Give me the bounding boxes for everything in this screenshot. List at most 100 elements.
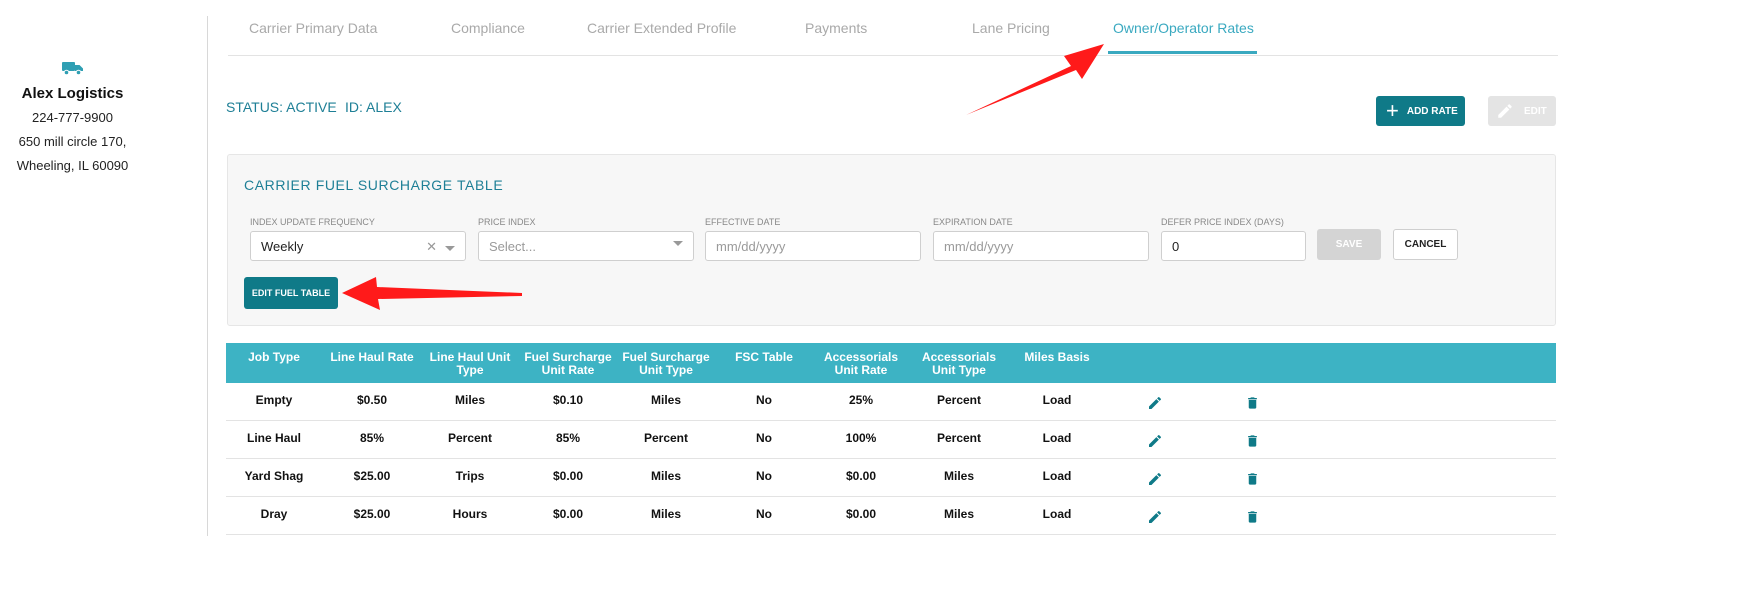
trash-icon[interactable] [1245, 395, 1260, 411]
column-header-line-haul-unit-type: Line Haul Unit Type [429, 350, 511, 377]
cell-job-type: Dray [260, 507, 288, 521]
defer-days-label: DEFER PRICE INDEX (DAYS) [1161, 217, 1284, 227]
expiration-date-input[interactable]: mm/dd/yyyy [933, 231, 1149, 261]
cell-fsc-unit-rate: $0.00 [552, 507, 584, 521]
trash-icon[interactable] [1245, 433, 1260, 449]
price-index-select[interactable]: Select... [478, 231, 694, 261]
cancel-button[interactable]: CANCEL [1393, 229, 1458, 260]
cell-line-haul-unit-type: Percent [447, 431, 493, 445]
cell-job-type: Yard Shag [244, 469, 304, 483]
pencil-icon[interactable] [1147, 433, 1163, 449]
column-header-fsc-unit-rate: Fuel Surcharge Unit Rate [524, 350, 612, 377]
frequency-label: INDEX UPDATE FREQUENCY [250, 217, 375, 227]
pencil-icon[interactable] [1147, 471, 1163, 487]
cell-line-haul-rate: $25.00 [353, 469, 391, 483]
cell-line-haul-rate: $25.00 [353, 507, 391, 521]
cell-fsc-unit-type: Miles [650, 393, 681, 407]
trash-icon[interactable] [1245, 509, 1260, 525]
cell-fsc-table: No [756, 469, 772, 483]
table-row: Dray $25.00 Hours $0.00 Miles No $0.00 M… [226, 497, 1556, 535]
cell-fsc-table: No [756, 507, 772, 521]
tab-lane-pricing[interactable]: Lane Pricing [972, 20, 1050, 36]
column-header-line-haul-rate: Line Haul Rate [330, 350, 414, 364]
tab-compliance[interactable]: Compliance [451, 20, 525, 36]
cell-accessorials-unit-type: Percent [936, 431, 982, 445]
pencil-icon [1498, 104, 1512, 118]
column-header-miles-basis: Miles Basis [1024, 350, 1090, 364]
cell-accessorials-unit-rate: $0.00 [845, 469, 877, 483]
cell-line-haul-unit-type: Miles [454, 393, 485, 407]
frequency-value: Weekly [261, 238, 304, 254]
effective-date-placeholder: mm/dd/yyyy [716, 238, 786, 254]
save-button[interactable]: SAVE [1317, 229, 1381, 260]
cell-fsc-table: No [756, 393, 772, 407]
cell-fsc-table: No [756, 431, 772, 445]
trash-icon[interactable] [1245, 471, 1260, 487]
cell-accessorials-unit-type: Miles [943, 507, 974, 521]
cell-miles-basis: Load [1042, 431, 1072, 445]
column-header-fsc-unit-type: Fuel Surcharge Unit Type [622, 350, 710, 377]
cell-job-type: Empty [255, 393, 293, 407]
cell-fsc-unit-rate: $0.00 [552, 469, 584, 483]
edit-button[interactable]: EDIT [1488, 96, 1556, 126]
status-label: STATUS: ACTIVE [226, 99, 337, 115]
cell-line-haul-unit-type: Hours [452, 507, 488, 521]
cell-fsc-unit-type: Percent [643, 431, 689, 445]
cell-line-haul-rate: 85% [359, 431, 385, 445]
cell-fsc-unit-type: Miles [650, 469, 681, 483]
table-row: Yard Shag $25.00 Trips $0.00 Miles No $0… [226, 459, 1556, 497]
carrier-id-label: ID: ALEX [345, 99, 402, 115]
tab-bar: Carrier Primary Data Compliance Carrier … [228, 0, 1558, 56]
carrier-phone: 224-777-9900 [32, 110, 113, 125]
edit-label: EDIT [1524, 105, 1547, 117]
tab-owner-operator-rates[interactable]: Owner/Operator Rates [1113, 20, 1254, 36]
effective-date-input[interactable]: mm/dd/yyyy [705, 231, 921, 261]
cell-accessorials-unit-rate: 25% [848, 393, 874, 407]
cell-fsc-unit-type: Miles [650, 507, 681, 521]
tab-carrier-extended-profile[interactable]: Carrier Extended Profile [587, 20, 736, 36]
chevron-down-icon[interactable] [445, 245, 455, 251]
cell-line-haul-unit-type: Trips [455, 469, 485, 483]
expiration-date-label: EXPIRATION DATE [933, 217, 1013, 227]
cell-accessorials-unit-type: Percent [936, 393, 982, 407]
fuel-surcharge-panel: CARRIER FUEL SURCHARGE TABLE INDEX UPDAT… [227, 154, 1556, 326]
cell-accessorials-unit-rate: $0.00 [845, 507, 877, 521]
chevron-down-icon[interactable] [673, 241, 683, 246]
active-tab-indicator [1108, 51, 1257, 54]
cell-miles-basis: Load [1042, 393, 1072, 407]
price-index-label: PRICE INDEX [478, 217, 536, 227]
expiration-date-placeholder: mm/dd/yyyy [944, 238, 1014, 254]
pencil-icon[interactable] [1147, 395, 1163, 411]
cell-accessorials-unit-rate: 100% [845, 431, 877, 445]
cell-miles-basis: Load [1042, 469, 1072, 483]
carrier-address-line1: 650 mill circle 170, [18, 134, 127, 149]
column-header-job-type: Job Type [248, 350, 300, 364]
add-rate-label: ADD RATE [1406, 105, 1458, 117]
add-rate-button[interactable]: + ADD RATE [1376, 96, 1465, 126]
carrier-name: Alex Logistics [21, 85, 124, 102]
clear-icon[interactable]: ✕ [426, 239, 437, 255]
cell-line-haul-rate: $0.50 [356, 393, 388, 407]
carrier-address-line2: Wheeling, IL 60090 [16, 158, 129, 173]
carrier-card: Alex Logistics 224-777-9900 650 mill cir… [0, 60, 145, 174]
edit-fuel-table-button[interactable]: EDIT FUEL TABLE [244, 277, 338, 309]
pencil-icon[interactable] [1147, 509, 1163, 525]
cell-job-type: Line Haul [246, 431, 301, 445]
table-row: Empty $0.50 Miles $0.10 Miles No 25% Per… [226, 383, 1556, 421]
truck-icon [61, 60, 84, 76]
defer-days-input[interactable]: 0 [1161, 231, 1306, 261]
price-index-placeholder: Select... [489, 238, 536, 254]
effective-date-label: EFFECTIVE DATE [705, 217, 781, 227]
column-header-accessorials-unit-rate: Accessorials Unit Rate [823, 350, 899, 377]
table-row: Line Haul 85% Percent 85% Percent No 100… [226, 421, 1556, 459]
tab-payments[interactable]: Payments [805, 20, 867, 36]
frequency-select[interactable]: Weekly ✕ [250, 231, 466, 261]
tab-carrier-primary-data[interactable]: Carrier Primary Data [249, 20, 377, 36]
column-header-accessorials-unit-type: Accessorials Unit Type [921, 350, 997, 377]
cell-fsc-unit-rate: $0.10 [552, 393, 584, 407]
column-header-fsc-table: FSC Table [735, 350, 793, 364]
plus-icon: + [1386, 98, 1399, 123]
rates-table-header: Job Type Line Haul Rate Line Haul Unit T… [226, 343, 1556, 383]
cell-accessorials-unit-type: Miles [943, 469, 974, 483]
cell-miles-basis: Load [1042, 507, 1072, 521]
